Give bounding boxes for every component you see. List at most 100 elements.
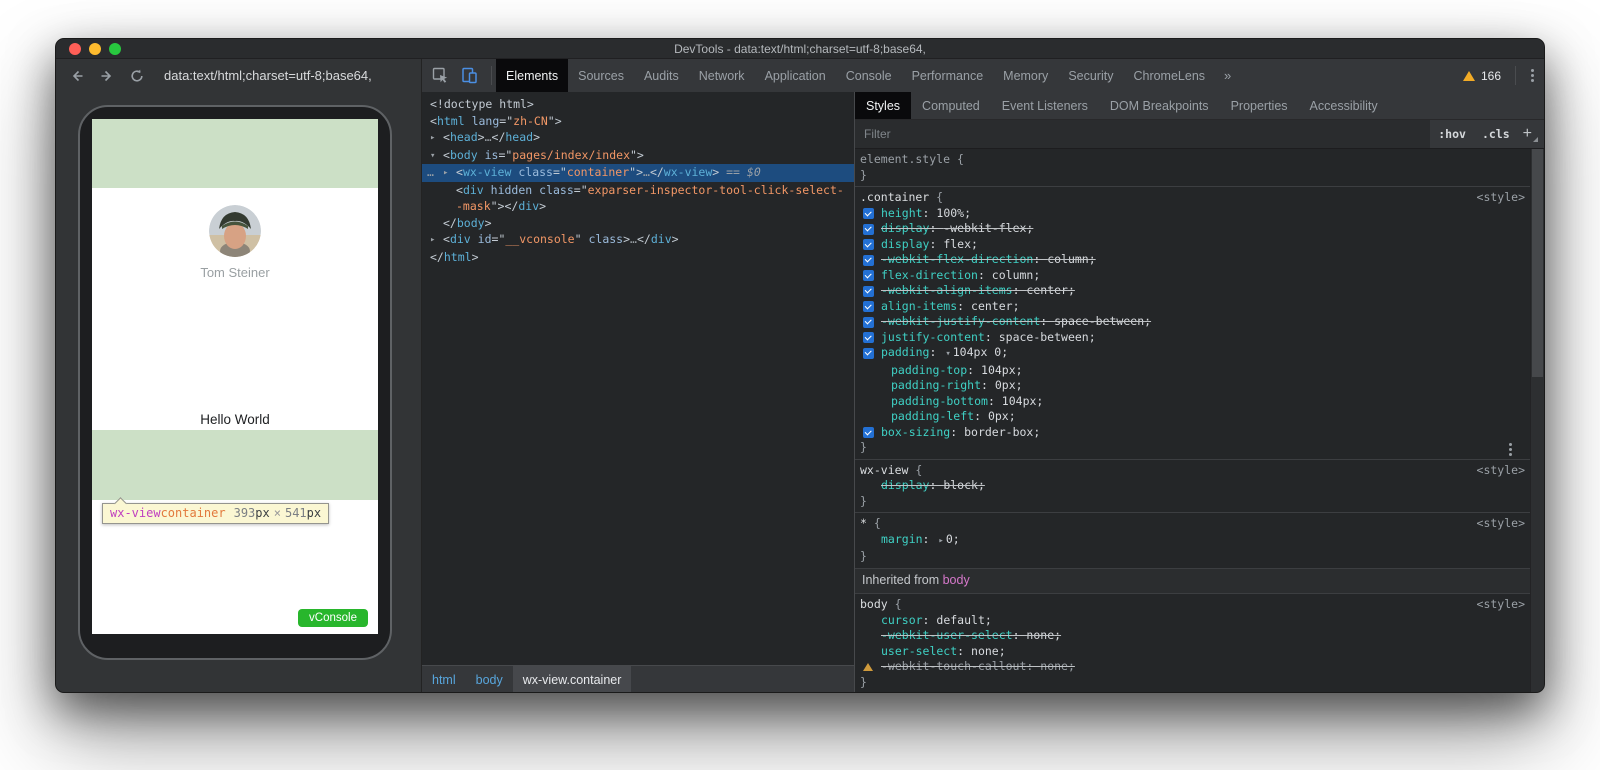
breadcrumb-item-html[interactable]: html <box>422 666 466 693</box>
address-url[interactable]: data:text/html;charset=utf-8;base64, <box>164 68 372 83</box>
sidebar-tab-properties[interactable]: Properties <box>1220 92 1299 119</box>
tab-application[interactable]: Application <box>755 59 836 92</box>
css-property[interactable]: height: 100%; <box>860 206 1528 222</box>
scrollbar-thumb[interactable] <box>1532 149 1543 377</box>
css-property[interactable]: -webkit-user-select: none; <box>860 628 1528 644</box>
css-property[interactable]: padding-top: 104px; <box>860 363 1528 379</box>
css-property[interactable]: -webkit-touch-callout: none; <box>860 659 1528 675</box>
css-property[interactable]: display: flex; <box>860 237 1528 253</box>
breadcrumb-item-wx-view-container[interactable]: wx-view.container <box>513 666 632 693</box>
pseudo-state-toggle[interactable]: :hov <box>1430 120 1474 148</box>
tab-performance[interactable]: Performance <box>902 59 994 92</box>
inherited-from-link[interactable]: body <box>943 573 970 587</box>
expand-open-icon[interactable]: ▾ <box>430 148 443 165</box>
expand-closed-icon[interactable]: ▸ <box>430 130 443 147</box>
property-checkbox[interactable] <box>863 224 874 235</box>
sidebar-tab-accessibility[interactable]: Accessibility <box>1299 92 1389 119</box>
device-toolbar-icon[interactable] <box>456 64 482 88</box>
property-checkbox[interactable] <box>863 348 874 359</box>
css-property[interactable]: padding-bottom: 104px; <box>860 394 1528 410</box>
property-checkbox[interactable] <box>863 208 874 219</box>
rule-menu-icon[interactable] <box>1498 448 1522 451</box>
expand-closed-icon[interactable]: ▸ <box>443 165 456 182</box>
tree-line[interactable]: <!doctype html> <box>422 96 854 113</box>
css-property[interactable]: -webkit-justify-content: space-between; <box>860 314 1528 330</box>
sidebar-tab-computed[interactable]: Computed <box>911 92 991 119</box>
css-property[interactable]: box-sizing: border-box; <box>860 425 1528 441</box>
css-property[interactable]: flex-direction: column; <box>860 268 1528 284</box>
rule-selector[interactable]: wx-view <box>860 463 908 477</box>
inspect-element-icon[interactable] <box>427 64 453 88</box>
rule-selector[interactable]: body <box>860 597 888 611</box>
forward-icon[interactable] <box>98 67 116 85</box>
tree-line[interactable]: ▸<div id="__vconsole" class>…</div> <box>422 231 854 249</box>
back-icon[interactable] <box>68 67 86 85</box>
tab-audits[interactable]: Audits <box>634 59 689 92</box>
tree-line[interactable]: <div hidden class="exparser-inspector-to… <box>422 182 854 215</box>
property-checkbox[interactable] <box>863 301 874 312</box>
property-checkbox[interactable] <box>863 270 874 281</box>
tree-line[interactable]: …▸<wx-view class="container">…</wx-view>… <box>422 164 854 182</box>
close-window-button[interactable] <box>69 43 81 55</box>
node-menu-ellipsis[interactable]: … <box>427 164 435 181</box>
style-origin-link[interactable]: <style> <box>1477 463 1525 479</box>
shorthand-closed-icon[interactable]: ▸ <box>938 536 943 546</box>
css-property[interactable]: display: block; <box>860 478 1528 494</box>
css-property[interactable]: display: -webkit-flex; <box>860 221 1528 237</box>
styles-scrollbar[interactable] <box>1530 149 1544 693</box>
tab-overflow-chevron[interactable]: » <box>1215 59 1240 92</box>
tab-chromelens[interactable]: ChromeLens <box>1123 59 1215 92</box>
sidebar-tab-styles[interactable]: Styles <box>855 92 911 119</box>
maximize-window-button[interactable] <box>109 43 121 55</box>
shorthand-open-icon[interactable]: ▾ <box>945 349 950 359</box>
css-property[interactable]: -webkit-flex-direction: column; <box>860 252 1528 268</box>
rule-selector[interactable]: element.style <box>860 152 950 166</box>
sidebar-tab-event-listeners[interactable]: Event Listeners <box>991 92 1099 119</box>
devtools-menu-icon[interactable] <box>1520 59 1544 92</box>
rule-selector[interactable]: * <box>860 516 867 530</box>
css-property[interactable]: padding-left: 0px; <box>860 409 1528 425</box>
sidebar-tab-dom-breakpoints[interactable]: DOM Breakpoints <box>1099 92 1220 119</box>
tree-line[interactable]: ▾<body is="pages/index/index"> <box>422 147 854 165</box>
sidebar-tabs: StylesComputedEvent ListenersDOM Breakpo… <box>855 92 1544 119</box>
warning-badge[interactable]: 166 <box>1453 59 1511 92</box>
property-checkbox[interactable] <box>863 427 874 438</box>
breadcrumb-item-body[interactable]: body <box>466 666 513 693</box>
property-checkbox[interactable] <box>863 286 874 297</box>
style-origin-link[interactable]: <style> <box>1477 597 1525 613</box>
property-semicolon: ; <box>1068 283 1075 297</box>
tree-line[interactable]: ▸<head>…</head> <box>422 129 854 147</box>
property-checkbox[interactable] <box>863 255 874 266</box>
style-origin-link[interactable]: <style> <box>1477 190 1525 206</box>
new-style-rule-button[interactable]: + <box>1518 120 1544 148</box>
rule-selector[interactable]: .container <box>860 190 929 204</box>
class-toggle[interactable]: .cls <box>1474 120 1518 148</box>
tab-network[interactable]: Network <box>689 59 755 92</box>
styles-filter-input[interactable] <box>855 120 1430 148</box>
property-checkbox[interactable] <box>863 332 874 343</box>
tree-line[interactable]: </body> <box>422 215 854 232</box>
property-checkbox[interactable] <box>863 239 874 250</box>
minimize-window-button[interactable] <box>89 43 101 55</box>
tab-memory[interactable]: Memory <box>993 59 1058 92</box>
tab-elements[interactable]: Elements <box>496 59 568 92</box>
reload-icon[interactable] <box>128 67 146 85</box>
tab-console[interactable]: Console <box>836 59 902 92</box>
css-property[interactable]: margin: ▸0; <box>860 532 1528 550</box>
tab-security[interactable]: Security <box>1058 59 1123 92</box>
style-origin-link[interactable]: <style> <box>1477 516 1525 532</box>
property-semicolon: ; <box>1001 345 1008 359</box>
tree-line[interactable]: </html> <box>422 249 854 266</box>
css-property[interactable]: -webkit-align-items: center; <box>860 283 1528 299</box>
expand-closed-icon[interactable]: ▸ <box>430 232 443 249</box>
vconsole-button[interactable]: vConsole <box>298 609 368 627</box>
css-property[interactable]: cursor: default; <box>860 613 1528 629</box>
css-property[interactable]: user-select: none; <box>860 644 1528 660</box>
css-property[interactable]: justify-content: space-between; <box>860 330 1528 346</box>
property-checkbox[interactable] <box>863 317 874 328</box>
css-property[interactable]: padding-right: 0px; <box>860 378 1528 394</box>
tab-sources[interactable]: Sources <box>568 59 634 92</box>
css-property[interactable]: padding: ▾104px 0; <box>860 345 1528 363</box>
tree-line[interactable]: <html lang="zh-CN"> <box>422 113 854 130</box>
css-property[interactable]: align-items: center; <box>860 299 1528 315</box>
